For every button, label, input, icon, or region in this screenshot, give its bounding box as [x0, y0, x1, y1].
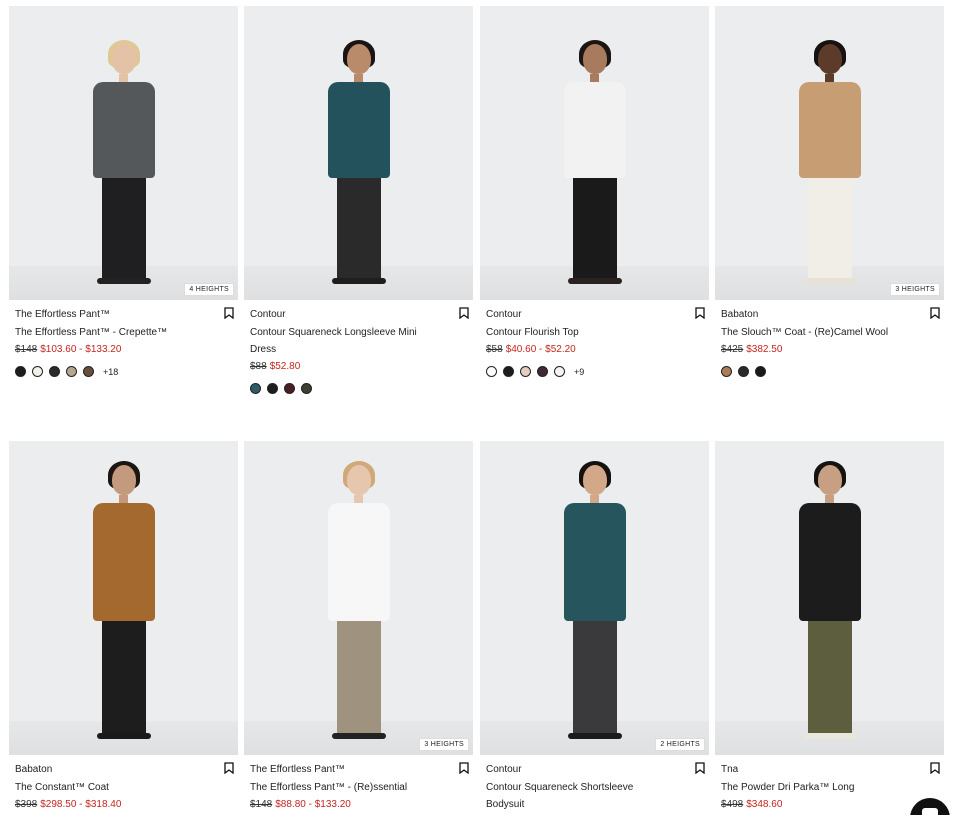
product-card[interactable]: 2 HEIGHTS Contour Contour Squareneck Sho…	[480, 441, 709, 813]
original-price: $148	[15, 344, 38, 355]
model-illustration	[92, 461, 155, 739]
model-illustration	[798, 40, 861, 284]
original-price: $498	[721, 799, 744, 810]
sale-price: $298.50 - $318.40	[40, 799, 122, 810]
product-image[interactable]	[244, 6, 473, 300]
model-illustration	[563, 40, 626, 284]
product-price: $148 $103.60 - $133.20	[15, 343, 232, 357]
color-swatch[interactable]	[83, 366, 94, 377]
product-card[interactable]: 3 HEIGHTS The Effortless Pant™ The Effor…	[244, 441, 473, 812]
product-name[interactable]: The Effortless Pant™ - Crepette™	[15, 324, 200, 341]
color-swatches	[250, 383, 467, 394]
more-colors-count[interactable]: +9	[574, 367, 584, 377]
product-price: $425 $382.50	[721, 343, 938, 357]
product-image[interactable]	[480, 6, 709, 300]
product-name[interactable]: The Powder Dri Parka™ Long	[721, 779, 906, 796]
product-brand[interactable]: Contour	[486, 763, 703, 777]
original-price: $425	[721, 344, 744, 355]
sale-price: $103.60 - $133.20	[40, 344, 122, 355]
product-image[interactable]: 4 HEIGHTS	[9, 6, 238, 300]
more-colors-count[interactable]: +18	[103, 367, 118, 377]
product-price: $88 $52.80	[250, 360, 467, 374]
color-swatch[interactable]	[15, 366, 26, 377]
original-price: $88	[250, 361, 267, 372]
product-card[interactable]: Contour Contour Flourish Top $58 $40.60 -…	[480, 6, 709, 377]
product-brand[interactable]: Babaton	[721, 308, 938, 322]
color-swatch[interactable]	[301, 383, 312, 394]
sale-price: $348.60	[746, 799, 783, 810]
sale-price: $88.80 - $133.20	[275, 799, 351, 810]
product-name[interactable]: Contour Squareneck Longsleeve Mini Dress	[250, 324, 435, 358]
product-price: $498 $348.60	[721, 798, 938, 812]
color-swatch[interactable]	[250, 383, 261, 394]
model-illustration	[798, 461, 861, 739]
bookmark-icon[interactable]	[224, 307, 234, 319]
color-swatch[interactable]	[32, 366, 43, 377]
color-swatch[interactable]	[267, 383, 278, 394]
product-card[interactable]: 3 HEIGHTS Babaton The Slouch™ Coat - (Re…	[715, 6, 944, 377]
color-swatch[interactable]	[537, 366, 548, 377]
original-price: $148	[250, 799, 273, 810]
product-image[interactable]: 2 HEIGHTS	[480, 441, 709, 755]
color-swatch[interactable]	[738, 366, 749, 377]
product-name[interactable]: The Effortless Pant™ - (Re)ssential	[250, 779, 435, 796]
product-name[interactable]: Contour Flourish Top	[486, 324, 671, 341]
color-swatch[interactable]	[755, 366, 766, 377]
model-illustration	[563, 461, 626, 739]
color-swatch[interactable]	[486, 366, 497, 377]
bookmark-icon[interactable]	[459, 307, 469, 319]
color-swatches: +9	[486, 366, 703, 377]
product-image[interactable]: 3 HEIGHTS	[715, 6, 944, 300]
product-brand[interactable]: Contour	[486, 308, 703, 322]
product-image[interactable]	[9, 441, 238, 755]
product-card[interactable]: Tna The Powder Dri Parka™ Long $498 $348.…	[715, 441, 944, 812]
product-brand[interactable]: Contour	[250, 308, 467, 322]
color-swatch[interactable]	[49, 366, 60, 377]
product-brand[interactable]: Tna	[721, 763, 938, 777]
product-brand[interactable]: The Effortless Pant™	[15, 308, 232, 322]
product-price: $398 $298.50 - $318.40	[15, 798, 232, 812]
product-card[interactable]: 4 HEIGHTS The Effortless Pant™ The Effor…	[9, 6, 238, 377]
product-price: $148 $88.80 - $133.20	[250, 798, 467, 812]
bookmark-icon[interactable]	[224, 762, 234, 774]
sale-price: $382.50	[746, 344, 783, 355]
product-name[interactable]: Contour Squareneck Shortsleeve Bodysuit	[486, 779, 671, 813]
product-brand[interactable]: Babaton	[15, 763, 232, 777]
heights-badge: 3 HEIGHTS	[419, 738, 469, 751]
bookmark-icon[interactable]	[695, 307, 705, 319]
product-name[interactable]: The Slouch™ Coat - (Re)Camel Wool	[721, 324, 906, 341]
bookmark-icon[interactable]	[459, 762, 469, 774]
model-illustration	[327, 40, 390, 284]
product-image[interactable]: 3 HEIGHTS	[244, 441, 473, 755]
product-card[interactable]: Contour Contour Squareneck Longsleeve Mi…	[244, 6, 473, 394]
sale-price: $52.80	[269, 361, 301, 372]
color-swatch[interactable]	[66, 366, 77, 377]
product-brand[interactable]: The Effortless Pant™	[250, 763, 467, 777]
bookmark-icon[interactable]	[695, 762, 705, 774]
color-swatch[interactable]	[503, 366, 514, 377]
color-swatch[interactable]	[284, 383, 295, 394]
product-card[interactable]: Babaton The Constant™ Coat $398 $298.50 -…	[9, 441, 238, 812]
color-swatches	[721, 366, 938, 377]
color-swatch[interactable]	[721, 366, 732, 377]
bookmark-icon[interactable]	[930, 762, 940, 774]
color-swatch[interactable]	[554, 366, 565, 377]
product-price: $58 $40.60 - $52.20	[486, 343, 703, 357]
color-swatches: +18	[15, 366, 232, 377]
model-illustration	[92, 40, 155, 284]
original-price: $398	[15, 799, 38, 810]
original-price: $58	[486, 344, 503, 355]
color-swatch[interactable]	[520, 366, 531, 377]
heights-badge: 2 HEIGHTS	[655, 738, 705, 751]
bookmark-icon[interactable]	[930, 307, 940, 319]
product-image[interactable]	[715, 441, 944, 755]
sale-price: $40.60 - $52.20	[505, 344, 576, 355]
model-illustration	[327, 461, 390, 739]
heights-badge: 3 HEIGHTS	[890, 283, 940, 296]
heights-badge: 4 HEIGHTS	[184, 283, 234, 296]
product-name[interactable]: The Constant™ Coat	[15, 779, 200, 796]
